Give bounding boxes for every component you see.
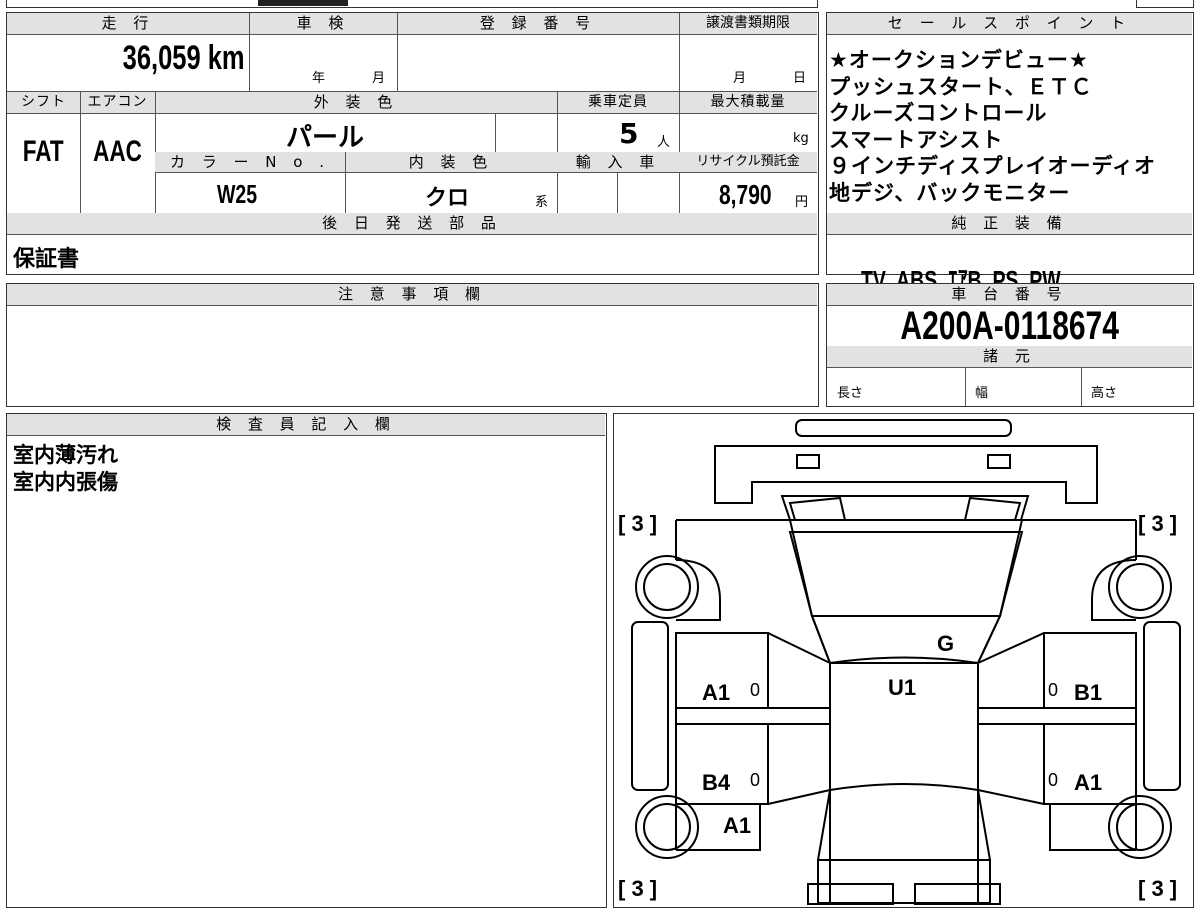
inspector-notes: 室内薄汚れ 室内内張傷: [13, 442, 118, 496]
deadline-day-unit: 日: [793, 71, 807, 86]
front-left-grade: [ 3 ]: [618, 511, 658, 536]
sales-points-header: セ ー ル ス ポ イ ン ト: [827, 13, 1192, 35]
top-strip: [6, 0, 818, 8]
inspector-note-item: 室内薄汚れ: [13, 443, 118, 467]
recycle-header: リサイクル預託金: [679, 152, 817, 173]
import-header: 輸 入 車: [557, 152, 679, 173]
zero-mark: 0: [750, 770, 761, 790]
roof-mark: U1: [888, 675, 917, 700]
later-parts-header: 後 日 発 送 部 品: [7, 213, 817, 235]
inspection-header: 車 検: [249, 13, 397, 35]
recycle-fee-value: 8,790: [719, 179, 772, 210]
interior-color-suffix: 系: [535, 195, 549, 210]
car-diagram: [630, 418, 1181, 905]
top-strip-mark: [258, 0, 348, 6]
color-no-value: W25: [217, 179, 258, 209]
spec-width: 幅: [975, 386, 989, 401]
rear-right-grade: [ 3 ]: [1138, 876, 1178, 901]
top-strip-right: [1136, 0, 1194, 8]
vehicle-info-block: 走 行 車 検 登 録 番 号 譲渡書類期限 36,059 km 年 月 月 日…: [6, 12, 819, 275]
notes-block: 注 意 事 項 欄: [6, 283, 819, 407]
specs-header: 諸 元: [827, 346, 1192, 368]
zero-mark: 0: [1048, 770, 1059, 790]
sales-point-item: ９インチディスプレイオーディオ: [829, 154, 1157, 178]
zero-mark: 0: [1048, 680, 1059, 700]
right-rear-door-mark: A1: [1074, 770, 1103, 795]
deadline-month-unit: 月: [733, 71, 747, 86]
genuine-equipment-header: 純 正 装 備: [827, 213, 1192, 235]
sales-point-item: スマートアシスト: [829, 127, 1004, 152]
zero-mark: 0: [750, 680, 761, 700]
interior-color-header: 内 装 色: [345, 152, 557, 173]
inspector-block: 検 査 員 記 入 欄 室内薄汚れ 室内内張傷: [6, 413, 607, 908]
inspector-header: 検 査 員 記 入 欄: [7, 414, 605, 436]
chassis-block: 車 台 番 号 A200A-0118674 諸 元 長さ 幅 高さ: [826, 283, 1194, 407]
sales-point-item: 地デジ、バックモニター: [829, 180, 1071, 205]
sales-point-item: ★オークションデビュー★: [829, 48, 1089, 72]
interior-color-value: クロ: [425, 186, 470, 211]
chassis-header: 車 台 番 号: [827, 284, 1192, 306]
left-rear-fender-mark: A1: [723, 813, 752, 838]
chassis-number: A200A-0118674: [900, 304, 1119, 348]
capacity-unit: 人: [657, 135, 671, 150]
left-front-door-mark: A1: [702, 680, 731, 705]
later-parts-value: 保証書: [13, 247, 80, 272]
capacity-header: 乗車定員: [557, 92, 679, 114]
right-front-door-mark: B1: [1074, 680, 1103, 705]
spec-length: 長さ: [837, 386, 864, 401]
aircon-value: AAC: [93, 135, 142, 168]
max-load-header: 最大積載量: [679, 92, 817, 114]
inspection-month-unit: 月: [372, 71, 386, 86]
sales-points-list: ★オークションデビュー★ プッシュスタート、ＥＴＣ クルーズコントロール スマー…: [829, 47, 1191, 206]
windshield-mark: G: [937, 631, 955, 656]
transfer-deadline-header: 譲渡書類期限: [679, 13, 817, 35]
left-rear-door-mark: B4: [702, 770, 731, 795]
capacity-value: 5: [619, 117, 639, 150]
notes-header: 注 意 事 項 欄: [7, 284, 817, 306]
mileage-header: 走 行: [7, 13, 249, 35]
max-load-unit: kg: [793, 131, 809, 146]
front-right-grade: [ 3 ]: [1138, 511, 1178, 536]
spec-height: 高さ: [1091, 386, 1118, 401]
exterior-color-header: 外 装 色: [155, 92, 557, 114]
color-no-header: カ ラ ー N o .: [155, 152, 345, 173]
sales-point-item: プッシュスタート、ＥＴＣ: [829, 74, 1093, 99]
inspector-note-item: 室内内張傷: [13, 470, 118, 494]
mileage-value: 36,059 km: [123, 39, 245, 77]
car-diagram-block: [ 3 ] [ 3 ] [ 3 ] [ 3 ] G U1 A1 B4 A1 B1…: [613, 413, 1194, 908]
sales-point-block: セ ー ル ス ポ イ ン ト ★オークションデビュー★ プッシュスタート、ＥＴ…: [826, 12, 1194, 295]
aircon-header: エアコン: [80, 92, 155, 114]
shift-value: FAT: [23, 135, 64, 168]
inspection-year-unit: 年: [312, 71, 326, 86]
sales-point-item: クルーズコントロール: [829, 101, 1048, 125]
exterior-color-value: パール: [285, 123, 364, 153]
recycle-unit: 円: [795, 195, 809, 210]
registration-header: 登 録 番 号: [397, 13, 679, 35]
shift-header: シフト: [7, 92, 80, 114]
rear-left-grade: [ 3 ]: [618, 876, 658, 901]
